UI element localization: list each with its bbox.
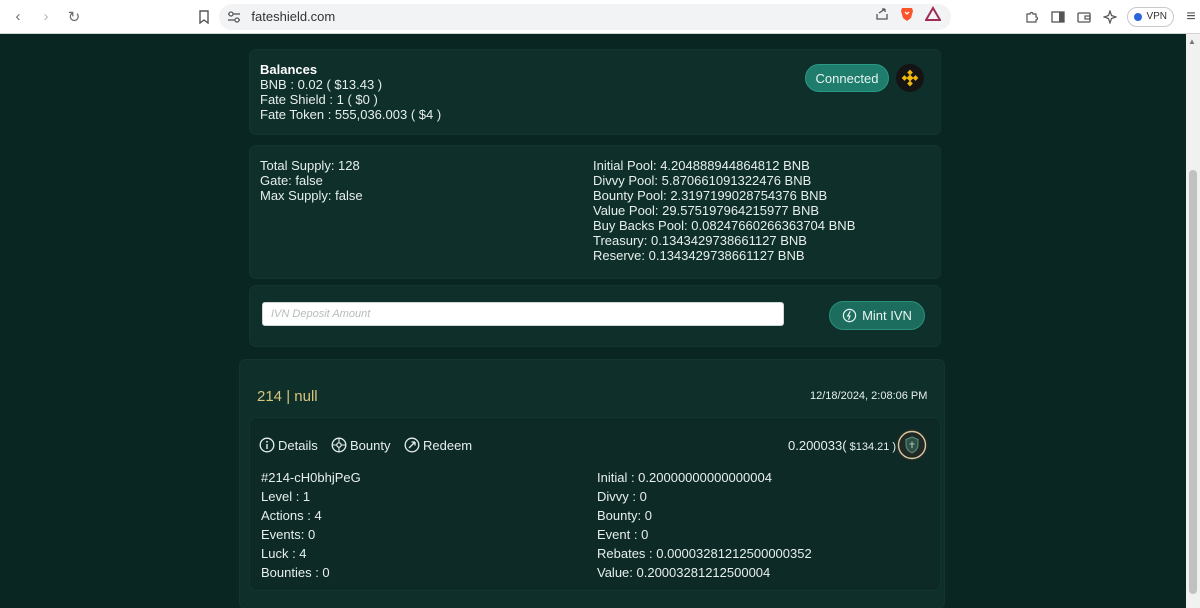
nft-actions-count: Actions : 4	[261, 508, 322, 523]
sidebar-toggle-icon[interactable]	[1049, 8, 1067, 26]
share-icon[interactable]	[875, 7, 889, 26]
page-content: Balances BNB : 0.02 ( $13.43 ) Fate Shie…	[0, 34, 1186, 608]
buy-backs-pool: Buy Backs Pool: 0.08247660266363704 BNB	[593, 218, 856, 233]
mint-ivn-button[interactable]: Mint IVN	[829, 301, 925, 330]
shield-icon	[897, 430, 927, 460]
brave-shield-icon[interactable]	[899, 6, 915, 27]
nft-bounties: Bounties : 0	[261, 565, 330, 580]
menu-dots-icon[interactable]: ≡	[1182, 8, 1200, 26]
nft-value: 0.200033( $134.21 )	[788, 438, 896, 453]
leo-ai-icon[interactable]	[1101, 8, 1119, 26]
nft-bounty: Bounty: 0	[597, 508, 652, 523]
vpn-status-icon	[1134, 12, 1143, 21]
scroll-up-arrow-icon[interactable]: ▲	[1188, 37, 1196, 46]
nft-initial: Initial : 0.20000000000000004	[597, 470, 772, 485]
redeem-button[interactable]: Redeem	[404, 436, 472, 454]
site-settings-icon[interactable]	[227, 10, 243, 23]
bnb-logo-icon[interactable]	[896, 64, 924, 92]
bookmark-icon[interactable]	[194, 7, 213, 27]
supply-stats: Total Supply: 128 Gate: false Max Supply…	[260, 158, 363, 203]
balance-fate-token: Fate Token : 555,036.003 ( $4 )	[260, 107, 442, 122]
nft-events: Events: 0	[261, 527, 316, 542]
vpn-button[interactable]: VPN	[1127, 6, 1174, 27]
brave-rewards-icon[interactable]	[924, 6, 943, 27]
balances-title: Balances	[260, 62, 318, 77]
nft-right-stats: Initial : 0.20000000000000004 Divvy : 0 …	[597, 468, 812, 582]
bounty-pool: Bounty Pool: 2.3197199028754376 BNB	[593, 188, 828, 203]
extensions-puzzle-icon[interactable]	[1023, 8, 1041, 26]
nft-event: Event : 0	[597, 527, 649, 542]
extension-icons: VPN ≡	[1023, 6, 1200, 27]
details-button[interactable]: Details	[259, 436, 318, 454]
reserve: Reserve: 0.1343429738661127 BNB	[593, 248, 805, 263]
info-icon	[259, 437, 275, 453]
redeem-icon	[404, 437, 420, 453]
vpn-label: VPN	[1146, 11, 1167, 22]
nft-divvy: Divvy : 0	[597, 489, 647, 504]
ivn-deposit-input[interactable]	[262, 302, 784, 326]
balances-list: BNB : 0.02 ( $13.43 ) Fate Shield : 1 ( …	[260, 77, 441, 122]
forward-arrow-icon[interactable]: ›	[34, 5, 58, 29]
connected-button[interactable]: Connected	[805, 64, 889, 92]
mint-ivn-label: Mint IVN	[862, 308, 912, 323]
initial-pool: Initial Pool: 4.204888944864812 BNB	[593, 158, 810, 173]
treasury: Treasury: 0.1343429738661127 BNB	[593, 233, 807, 248]
bounty-button[interactable]: Bounty	[331, 436, 390, 454]
fate-shield-avatar	[896, 429, 928, 461]
nav-buttons: ‹ › ↻	[6, 5, 86, 29]
address-bar[interactable]: fateshield.com	[219, 3, 952, 30]
nft-left-stats: #214-cH0bhjPeG Level : 1 Actions : 4 Eve…	[261, 468, 361, 582]
nft-value-bnb: 0.200033(	[788, 438, 847, 453]
balance-fate-shield: Fate Shield : 1 ( $0 )	[260, 92, 378, 107]
details-label: Details	[278, 437, 318, 453]
total-supply: Total Supply: 128	[260, 158, 360, 173]
nft-value-total: Value: 0.20003281212500004	[597, 565, 771, 580]
nft-level: Level : 1	[261, 489, 311, 504]
back-arrow-icon[interactable]: ‹	[6, 5, 30, 29]
balance-bnb: BNB : 0.02 ( $13.43 )	[260, 77, 383, 92]
nft-rebates: Rebates : 0.00003281212500000352	[597, 546, 812, 561]
nft-luck: Luck : 4	[261, 546, 307, 561]
scrollbar-thumb[interactable]	[1189, 170, 1197, 594]
nft-id: #214-cH0bhjPeG	[261, 470, 361, 485]
pool-stats: Initial Pool: 4.204888944864812 BNB Divv…	[593, 158, 855, 263]
divvy-pool: Divvy Pool: 5.870661091322476 BNB	[593, 173, 812, 188]
urlbar-icons	[875, 4, 943, 30]
gate-status: Gate: false	[260, 173, 323, 188]
bounty-icon	[331, 437, 347, 453]
nft-title: 214 | null	[257, 388, 318, 405]
nft-value-usd: $134.21 )	[846, 441, 897, 453]
nft-date: 12/18/2024, 2:08:06 PM	[810, 390, 928, 402]
redeem-label: Redeem	[423, 437, 473, 453]
value-pool: Value Pool: 29.575197964215977 BNB	[593, 203, 820, 218]
max-supply-status: Max Supply: false	[260, 188, 363, 203]
mint-icon	[842, 308, 857, 323]
url-text: fateshield.com	[251, 9, 336, 24]
reload-icon[interactable]: ↻	[62, 5, 86, 29]
bounty-label: Bounty	[350, 437, 391, 453]
browser-toolbar: ‹ › ↻ fateshield.com VPN ≡	[0, 0, 1200, 34]
page-scrollbar[interactable]: ▲	[1186, 34, 1200, 608]
wallet-icon[interactable]	[1075, 8, 1093, 26]
